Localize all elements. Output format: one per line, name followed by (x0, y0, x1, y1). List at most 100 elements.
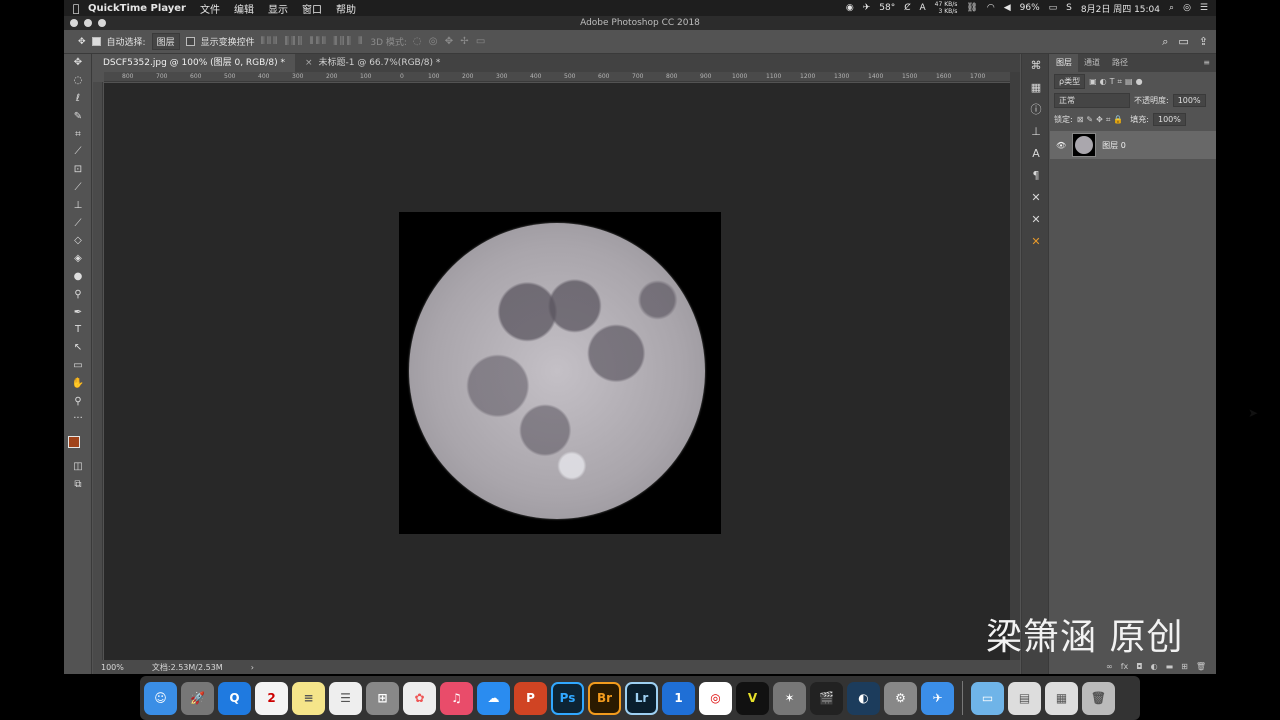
tools-icon[interactable]: ✶ (773, 681, 806, 715)
link-icon[interactable]: ⛓ (966, 3, 977, 13)
calculator-icon[interactable]: ⊞ (366, 681, 399, 715)
layer-filter-dropdown[interactable]: ρ类型 (1054, 74, 1086, 89)
hand-tool-icon[interactable]: ✋ (64, 374, 92, 392)
crop-tool-icon[interactable]: ⌗ (64, 125, 92, 143)
vertical-scrollbar[interactable] (1010, 72, 1020, 660)
add-mask-icon[interactable]: ◘ (1136, 662, 1142, 671)
move-tool-icon[interactable]: ✥ (78, 37, 86, 47)
tab-untitled-1[interactable]: × 未标题-1 @ 66.7%(RGB/8) * (295, 54, 450, 72)
tool-presets-icon[interactable]: ✕ (1022, 186, 1050, 208)
history-panel-icon[interactable]: ⌘ (1022, 54, 1050, 76)
screen-mode-icon[interactable]: ⧉ (64, 476, 92, 494)
rectangle-tool-icon[interactable]: ▭ (64, 357, 92, 375)
c-icon[interactable]: Ȼ (904, 3, 910, 13)
tab-paths[interactable]: 路径 (1106, 54, 1134, 72)
baidu-netdisk-icon[interactable]: ☁ (477, 681, 510, 715)
foreground-color[interactable] (68, 435, 80, 448)
apple-icon[interactable]:  (64, 2, 88, 15)
nikon-icon[interactable]: V (736, 681, 769, 715)
clone-source-icon[interactable]: ⊥ (1022, 120, 1050, 142)
auto-select-checkbox[interactable] (91, 37, 101, 46)
wifi-icon[interactable]: ◠ (987, 3, 995, 13)
layer-row[interactable]: 👁 图层 0 (1050, 131, 1216, 159)
character-panel-icon[interactable]: A (1022, 142, 1050, 164)
siri-icon[interactable]: ◎ (1183, 3, 1191, 13)
move-tool-icon[interactable]: ✥ (64, 54, 92, 72)
zoom-tool-icon[interactable]: ⚲ (64, 392, 92, 410)
qq-browser-icon[interactable]: Q (218, 681, 251, 715)
lightroom-icon[interactable]: Lr (625, 681, 658, 715)
finder-icon[interactable]: ☺ (144, 681, 177, 715)
path-select-icon[interactable]: ↖ (64, 339, 92, 357)
menu-view[interactable]: 显示 (268, 1, 288, 16)
quick-mask-icon[interactable]: ◫ (64, 458, 92, 476)
tab-layers[interactable]: 图层 (1050, 54, 1078, 72)
more-tools-icon[interactable]: ··· (64, 410, 92, 428)
onepassword-icon[interactable]: 1 (662, 681, 695, 715)
quick-select-tool-icon[interactable]: ✎ (64, 107, 92, 125)
close-tab-icon[interactable]: × (305, 54, 313, 72)
info-panel-icon[interactable]: ⓘ (1022, 98, 1050, 120)
lock-icons[interactable]: ⊠✎✥⌗🔒 (1077, 115, 1127, 125)
color-swatches[interactable] (64, 428, 92, 458)
brush-tool-icon[interactable]: ⟋ (64, 179, 92, 197)
pen-tool-icon[interactable]: ✒ (64, 303, 92, 321)
panel-menu-icon[interactable]: ≡ (1203, 54, 1216, 72)
workspace-icon[interactable]: ▭ (1178, 35, 1188, 49)
battery-percent[interactable]: 96% (1020, 3, 1040, 13)
itunes-icon[interactable]: ♫ (440, 681, 473, 715)
eraser-tool-icon[interactable]: ◇ (64, 232, 92, 250)
search-icon[interactable]: ⌕ (1162, 35, 1168, 49)
align-buttons-icon[interactable]: ⫴⫴⫴ ⫼⫼⫼ ⫴⫴⫴ ⫼⫼⫼ ⫴ (261, 36, 365, 47)
menu-help[interactable]: 帮助 (336, 1, 356, 16)
layer-thumbnail[interactable] (1072, 133, 1097, 157)
spotlight-icon[interactable]: ⌕ (1169, 3, 1174, 13)
mode-3d-icons[interactable]: ◌ ◎ ✥ ✢ ▭ (413, 36, 487, 47)
minimize-window-button[interactable] (84, 19, 92, 27)
final-cut-icon[interactable]: 🎬 (810, 681, 843, 715)
folder-icon[interactable]: ▭ (971, 681, 1004, 715)
brush-presets-icon[interactable]: ✕ (1022, 208, 1050, 230)
photos-icon[interactable]: ✿ (403, 681, 436, 715)
stamp-tool-icon[interactable]: ⊥ (64, 196, 92, 214)
new-group-icon[interactable]: ▬ (1166, 662, 1174, 671)
opacity-field[interactable]: 100% (1172, 94, 1206, 107)
record-icon[interactable]: ◉ (846, 3, 854, 13)
tab-channels[interactable]: 通道 (1078, 54, 1106, 72)
zoom-level[interactable]: 100% (101, 663, 124, 672)
blend-mode-dropdown[interactable]: 正常 (1054, 93, 1130, 108)
delete-layer-icon[interactable]: 🗑 (1196, 662, 1206, 671)
status-menu-arrow[interactable]: › (251, 663, 254, 672)
edge-icon[interactable]: ◐ (847, 681, 880, 715)
launchpad-icon[interactable]: 🚀 (181, 681, 214, 715)
close-window-button[interactable] (70, 19, 78, 27)
aperture-icon[interactable]: ◎ (699, 681, 732, 715)
font-a-icon[interactable]: A (920, 3, 926, 13)
volume-icon[interactable]: ◀ (1004, 3, 1011, 13)
lasso-tool-icon[interactable]: ℓ (64, 90, 92, 108)
trash-icon[interactable]: 🗑 (1082, 681, 1115, 715)
paragraph-panel-icon[interactable]: ¶ (1022, 164, 1050, 186)
app-name-menu[interactable]: QuickTime Player (88, 3, 186, 14)
marquee-tool-icon[interactable]: ◌ (64, 72, 92, 90)
show-transform-checkbox[interactable] (185, 37, 195, 46)
link-layers-icon[interactable]: ∞ (1106, 662, 1113, 671)
system-preferences-icon[interactable]: ⚙ (884, 681, 917, 715)
menu-edit[interactable]: 编辑 (234, 1, 254, 16)
canvas-pasteboard[interactable] (104, 83, 1010, 660)
layer-name[interactable]: 图层 0 (1102, 140, 1126, 151)
history-brush-icon[interactable]: ⟋ (64, 214, 92, 232)
document-image[interactable] (399, 212, 721, 534)
s-icon[interactable]: S (1066, 3, 1072, 13)
paint-bucket-icon[interactable]: ◈ (64, 250, 92, 268)
share-icon[interactable]: ⇪ (1199, 35, 1208, 49)
blur-tool-icon[interactable]: ● (64, 268, 92, 286)
menu-window[interactable]: 窗口 (302, 1, 322, 16)
auto-select-target-dropdown[interactable]: 图层 (151, 33, 180, 50)
filter-type-icons[interactable]: ▣◐T⌗▤● (1089, 77, 1145, 87)
new-layer-icon[interactable]: ⊞ (1181, 662, 1188, 671)
zoom-window-button[interactable] (98, 19, 106, 27)
fx-icon[interactable]: fx (1121, 662, 1129, 671)
notes-icon[interactable]: ≡ (292, 681, 325, 715)
network-speed[interactable]: 47 KB/s 3 KB/s (935, 1, 958, 15)
